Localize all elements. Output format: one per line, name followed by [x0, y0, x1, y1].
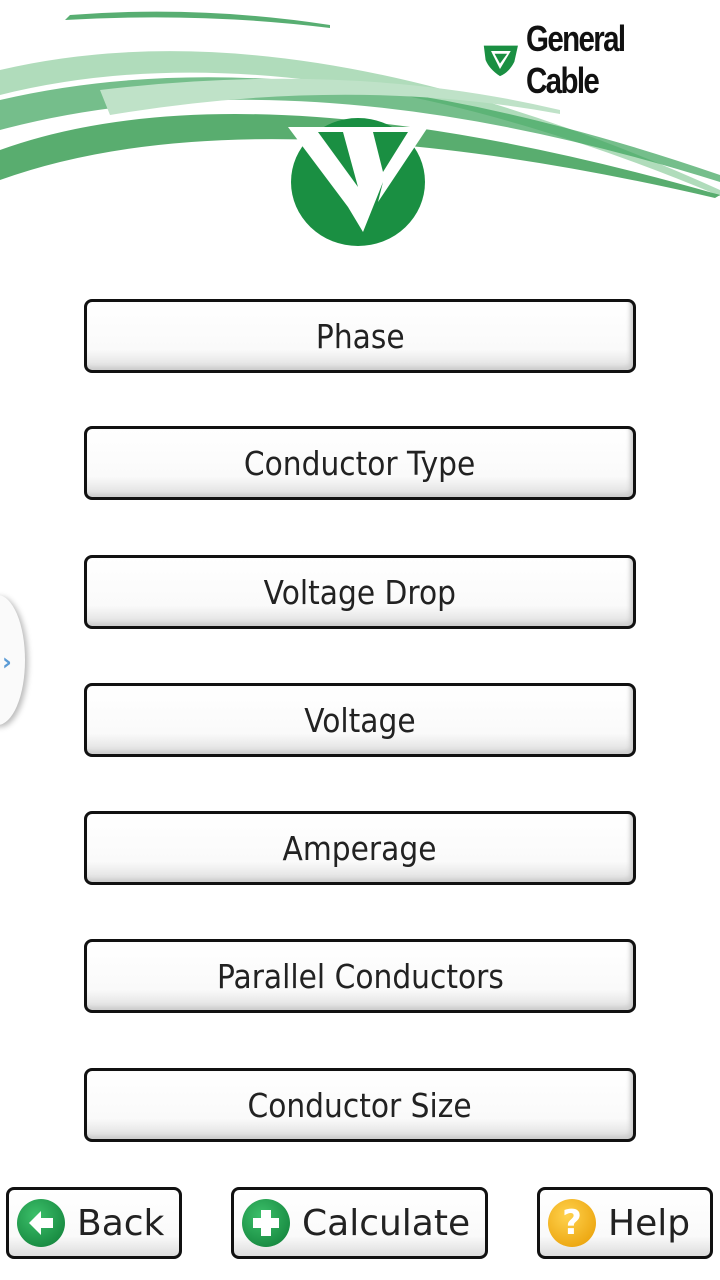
button-label: Parallel Conductors	[216, 956, 504, 996]
conductor-type-button[interactable]: Conductor Type	[84, 426, 636, 500]
shield-logo-icon	[483, 45, 518, 77]
amperage-button[interactable]: Amperage	[84, 811, 636, 885]
button-label: Conductor Type	[244, 443, 476, 483]
voltage-drop-button[interactable]: Voltage Drop	[84, 555, 636, 629]
button-label: Phase	[315, 316, 405, 356]
parallel-conductors-button[interactable]: Parallel Conductors	[84, 939, 636, 1013]
back-arrow-icon	[17, 1199, 65, 1247]
calculate-button[interactable]: Calculate	[231, 1187, 488, 1259]
phase-button[interactable]: Phase	[84, 299, 636, 373]
button-label: Voltage	[304, 700, 416, 740]
brand-name: General Cable	[525, 18, 626, 101]
button-label: Amperage	[283, 828, 437, 868]
help-question-icon: ?	[548, 1199, 596, 1247]
help-label: Help	[608, 1202, 691, 1244]
chevron-right-icon[interactable]: ›	[2, 648, 12, 676]
back-button[interactable]: Back	[6, 1187, 182, 1259]
calculate-label: Calculate	[302, 1202, 471, 1244]
plus-icon	[242, 1199, 290, 1247]
back-label: Back	[77, 1202, 165, 1244]
button-label: Voltage Drop	[263, 572, 457, 612]
help-button[interactable]: ? Help	[537, 1187, 713, 1259]
conductor-size-button[interactable]: Conductor Size	[84, 1068, 636, 1142]
voltage-button[interactable]: Voltage	[84, 683, 636, 757]
voltage-app-logo	[288, 118, 428, 246]
general-cable-logo: General Cable	[482, 18, 720, 102]
button-label: Conductor Size	[247, 1085, 473, 1125]
